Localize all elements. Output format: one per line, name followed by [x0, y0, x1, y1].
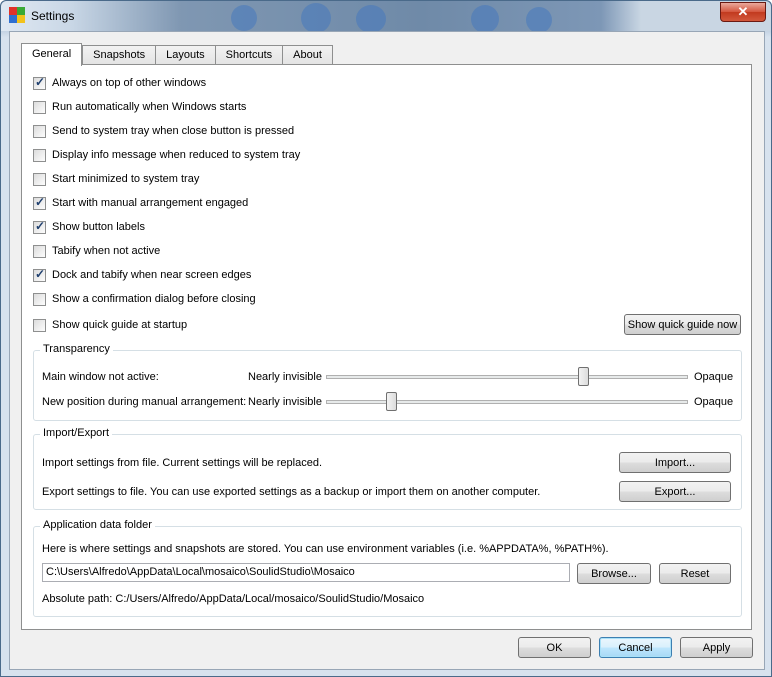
- tab-snapshots[interactable]: Snapshots: [82, 45, 156, 65]
- checkbox-show-button-labels[interactable]: ✓ Show button labels: [33, 219, 145, 235]
- checkbox-box[interactable]: ✓: [33, 218, 46, 234]
- checkbox-label: Start with manual arrangement engaged: [52, 197, 249, 209]
- settings-window: Settings ✕ General Snapshots Layouts Sho…: [0, 0, 772, 677]
- slider-thumb[interactable]: [386, 392, 398, 411]
- manual-arrangement-opacity-slider[interactable]: [326, 391, 688, 411]
- tab-layouts[interactable]: Layouts: [155, 45, 215, 65]
- main-window-inactive-label: Main window not active:: [42, 371, 159, 383]
- slider-track: [326, 375, 688, 379]
- checkbox-box[interactable]: [33, 318, 46, 332]
- checkbox-box[interactable]: [33, 172, 46, 186]
- checkbox-box[interactable]: [33, 124, 46, 138]
- checkbox-box[interactable]: [33, 292, 46, 306]
- checkmark-icon: ✓: [35, 74, 46, 89]
- app-data-folder-group: Application data folder Here is where se…: [33, 519, 742, 617]
- manual-arrangement-label: New position during manual arrangement:: [42, 396, 247, 408]
- icon-green-square: [17, 7, 25, 15]
- app-data-description: Here is where settings and snapshots are…: [42, 543, 609, 555]
- checkbox-label: Display info message when reduced to sys…: [52, 149, 301, 161]
- checkmark-icon: ✓: [35, 266, 46, 281]
- import-button[interactable]: Import...: [619, 452, 731, 473]
- general-tab-panel: ✓ Always on top of other windows Run autom…: [21, 64, 752, 630]
- import-export-group-title: Import/Export: [40, 427, 113, 439]
- cancel-button[interactable]: Cancel: [599, 637, 672, 658]
- checkbox-show-quick-guide-at-startup[interactable]: Show quick guide at startup: [33, 317, 187, 333]
- checkbox-box[interactable]: ✓: [33, 266, 46, 282]
- checkbox-label: Start minimized to system tray: [52, 173, 200, 185]
- checkbox-box[interactable]: [33, 100, 46, 114]
- export-description: Export settings to file. You can use exp…: [42, 486, 541, 498]
- manual-arrangement-max-label: Opaque: [694, 396, 734, 408]
- ok-button[interactable]: OK: [518, 637, 591, 658]
- app-icon: [9, 7, 25, 23]
- close-icon: ✕: [737, 4, 749, 19]
- icon-yellow-square: [17, 15, 25, 23]
- checkbox-display-info-message-when-reduced-to-system-tray[interactable]: Display info message when reduced to sys…: [33, 147, 300, 163]
- tab-strip: General Snapshots Layouts Shortcuts Abou…: [21, 43, 333, 66]
- checkbox-label: Tabify when not active: [52, 245, 161, 257]
- checkmark-icon: ✓: [35, 218, 46, 233]
- main-window-opacity-slider[interactable]: [326, 366, 688, 386]
- checkbox-tabify-when-not-active[interactable]: Tabify when not active: [33, 243, 160, 259]
- show-quick-guide-button[interactable]: Show quick guide now: [624, 314, 741, 335]
- checkbox-label: Always on top of other windows: [52, 77, 207, 89]
- reset-button[interactable]: Reset: [659, 563, 731, 584]
- icon-red-square: [9, 7, 17, 15]
- checkbox-box[interactable]: ✓: [33, 194, 46, 210]
- tab-shortcuts[interactable]: Shortcuts: [214, 45, 283, 65]
- checkmark-icon: ✓: [35, 194, 46, 209]
- tab-about[interactable]: About: [282, 45, 333, 65]
- app-data-path-input[interactable]: C:\Users\Alfredo\AppData\Local\mosaico\S…: [42, 563, 570, 582]
- window-title: Settings: [31, 9, 75, 23]
- main-window-min-label: Nearly invisible: [248, 371, 322, 383]
- checkbox-start-with-manual-arrangement-engaged[interactable]: ✓ Start with manual arrangement engaged: [33, 195, 248, 211]
- checkbox-label: Send to system tray when close button is…: [52, 125, 295, 137]
- import-description: Import settings from file. Current setti…: [42, 457, 323, 469]
- close-button[interactable]: ✕: [720, 2, 766, 22]
- checkbox-box[interactable]: [33, 244, 46, 258]
- slider-track: [326, 400, 688, 404]
- slider-thumb[interactable]: [578, 367, 590, 386]
- checkbox-send-to-system-tray-when-close-button-is-pressed[interactable]: Send to system tray when close button is…: [33, 123, 294, 139]
- import-export-group: Import/Export Import settings from file.…: [33, 427, 742, 510]
- checkbox-label: Show a confirmation dialog before closin…: [52, 293, 256, 305]
- checkbox-always-on-top-of-other-windows[interactable]: ✓ Always on top of other windows: [33, 75, 206, 91]
- apply-button[interactable]: Apply: [680, 637, 753, 658]
- export-button[interactable]: Export...: [619, 481, 731, 502]
- browse-button[interactable]: Browse...: [577, 563, 651, 584]
- app-data-group-title: Application data folder: [40, 519, 155, 531]
- checkbox-start-minimized-to-system-tray[interactable]: Start minimized to system tray: [33, 171, 199, 187]
- transparency-group-title: Transparency: [40, 343, 113, 355]
- absolute-path-text: Absolute path: C:/Users/Alfredo/AppData/…: [42, 593, 425, 605]
- checkbox-label: Run automatically when Windows starts: [52, 101, 247, 113]
- checkbox-box[interactable]: [33, 148, 46, 162]
- checkbox-box[interactable]: ✓: [33, 74, 46, 90]
- main-window-max-label: Opaque: [694, 371, 734, 383]
- tab-general[interactable]: General: [21, 43, 83, 66]
- transparency-group: Transparency Main window not active: Nea…: [33, 343, 742, 421]
- checkbox-label: Show quick guide at startup: [52, 319, 188, 331]
- manual-arrangement-min-label: Nearly invisible: [248, 396, 322, 408]
- checkbox-label: Dock and tabify when near screen edges: [52, 269, 252, 281]
- title-bar[interactable]: Settings ✕: [1, 1, 771, 31]
- checkbox-label: Show button labels: [52, 221, 145, 233]
- checkbox-show-a-confirmation-dialog-before-closing[interactable]: Show a confirmation dialog before closin…: [33, 291, 256, 307]
- dialog-client: General Snapshots Layouts Shortcuts Abou…: [9, 31, 765, 670]
- icon-blue-square: [9, 15, 17, 23]
- checkbox-run-automatically-when-windows-starts[interactable]: Run automatically when Windows starts: [33, 99, 246, 115]
- checkbox-dock-and-tabify-when-near-screen-edges[interactable]: ✓ Dock and tabify when near screen edges: [33, 267, 251, 283]
